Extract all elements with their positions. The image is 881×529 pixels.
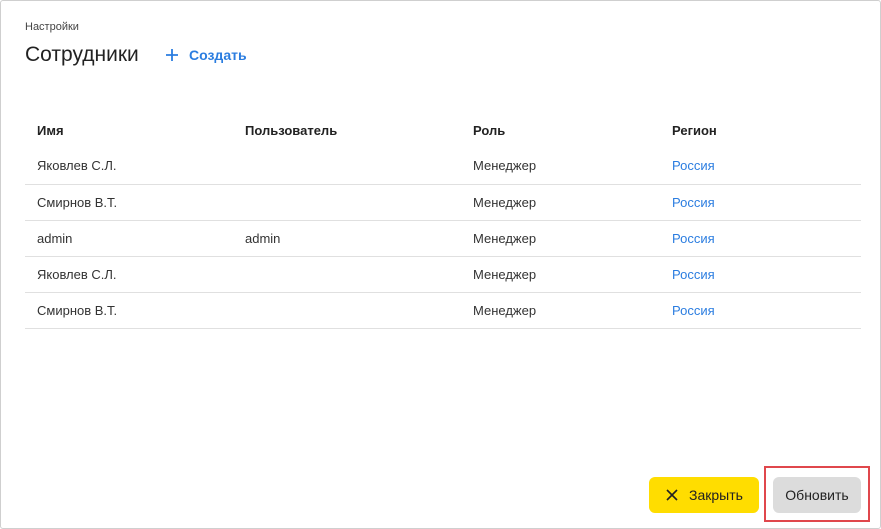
cell-name: admin [25, 220, 233, 257]
cell-region-link[interactable]: Россия [660, 256, 861, 293]
refresh-button[interactable]: Обновить [773, 477, 861, 513]
cell-user: admin [233, 220, 461, 257]
page-title: Сотрудники [25, 43, 139, 66]
create-button[interactable]: Создать [165, 45, 247, 65]
cell-user [233, 148, 461, 185]
cell-name: Смирнов В.Т. [25, 184, 233, 221]
cell-region-link[interactable]: Россия [660, 220, 861, 257]
cell-name: Яковлев С.Л. [25, 148, 233, 185]
plus-icon [166, 49, 178, 61]
cell-region-link[interactable]: Россия [660, 184, 861, 221]
table-row[interactable]: Смирнов В.Т. Менеджер Россия [25, 292, 861, 329]
cell-user [233, 292, 461, 329]
column-header-user[interactable]: Пользователь [233, 112, 461, 148]
cell-role: Менеджер [461, 148, 660, 185]
create-label: Создать [189, 47, 247, 63]
cell-name: Яковлев С.Л. [25, 256, 233, 293]
employees-table: Имя Пользователь Роль Регион Яковлев С.Л… [25, 112, 861, 329]
cell-user [233, 256, 461, 293]
column-header-role[interactable]: Роль [461, 112, 660, 148]
cell-role: Менеджер [461, 220, 660, 257]
column-header-name[interactable]: Имя [25, 112, 233, 148]
cell-role: Менеджер [461, 256, 660, 293]
close-button[interactable]: Закрыть [649, 477, 759, 513]
cell-region-link[interactable]: Россия [660, 148, 861, 185]
table-row[interactable]: admin admin Менеджер Россия [25, 220, 861, 257]
table-row[interactable]: Смирнов В.Т. Менеджер Россия [25, 184, 861, 221]
cell-role: Менеджер [461, 184, 660, 221]
table-row[interactable]: Яковлев С.Л. Менеджер Россия [25, 148, 861, 185]
close-label: Закрыть [689, 487, 743, 503]
table-row[interactable]: Яковлев С.Л. Менеджер Россия [25, 256, 861, 293]
table-header-row: Имя Пользователь Роль Регион [25, 112, 861, 148]
cell-name: Смирнов В.Т. [25, 292, 233, 329]
cell-region-link[interactable]: Россия [660, 292, 861, 329]
cell-role: Менеджер [461, 292, 660, 329]
employees-window: Настройки Сотрудники Создать Имя Пользов… [0, 0, 881, 529]
column-header-region[interactable]: Регион [660, 112, 861, 148]
close-icon [666, 489, 678, 501]
breadcrumb[interactable]: Настройки [25, 21, 79, 33]
cell-user [233, 184, 461, 221]
